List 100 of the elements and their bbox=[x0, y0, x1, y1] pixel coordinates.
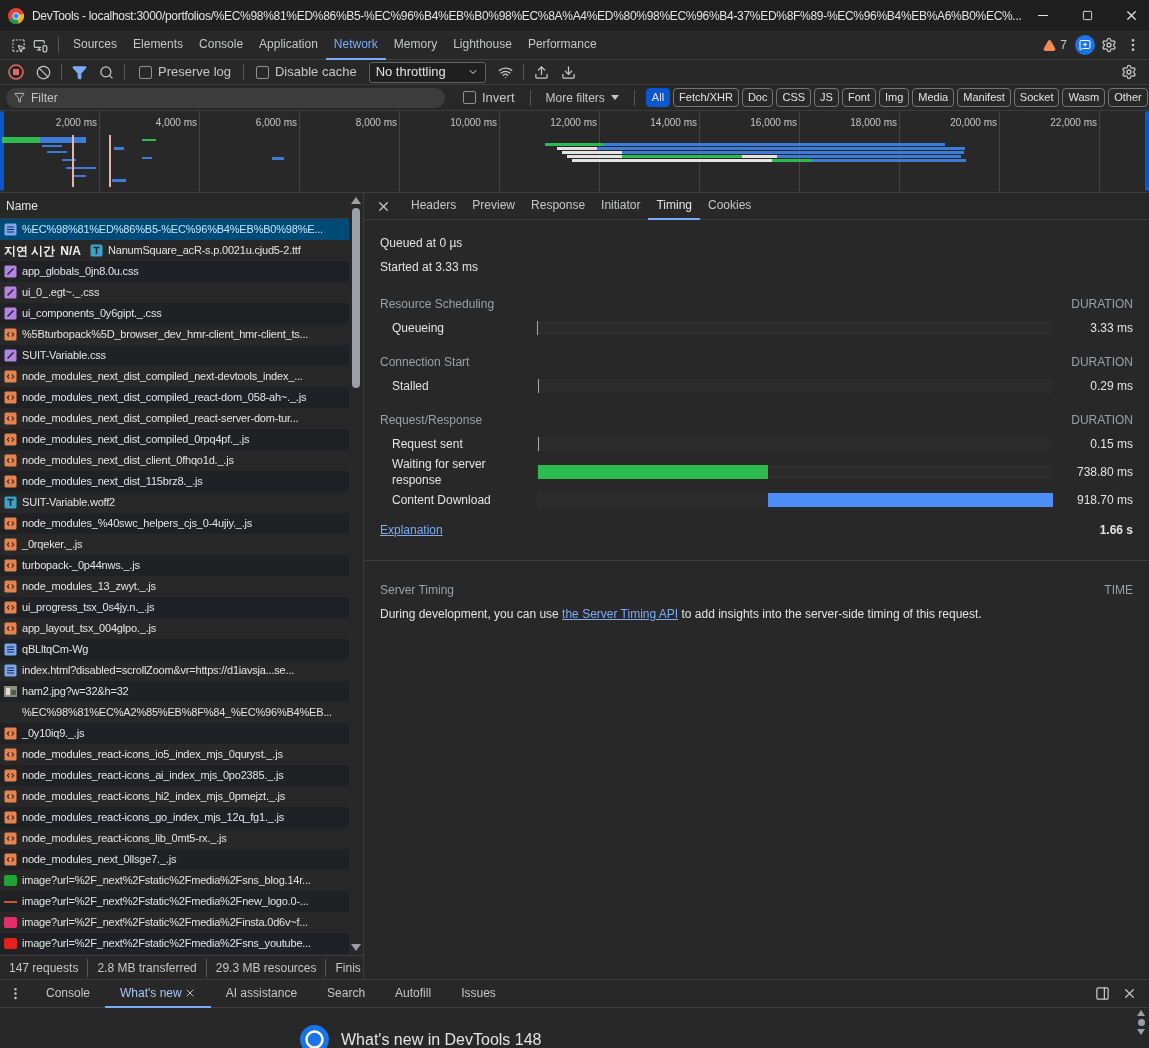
script-icon bbox=[4, 580, 17, 593]
panel-tab[interactable]: Memory bbox=[385, 30, 446, 60]
request-name: qBLltqCm-Wg bbox=[22, 642, 89, 658]
network-conditions-icon[interactable] bbox=[497, 64, 513, 80]
script-icon bbox=[4, 853, 17, 866]
request-row[interactable]: ui_progress_tsx_0s4jy.n._.js bbox=[0, 597, 349, 618]
type-filter-chip[interactable]: Doc bbox=[741, 88, 774, 107]
section-title: Server Timing bbox=[380, 582, 455, 599]
request-row[interactable]: node_modules_react-icons_ai_index_mjs_0po2385._.js bbox=[0, 765, 349, 786]
panel-tab[interactable]: Sources bbox=[65, 30, 126, 60]
status-text: Finis bbox=[326, 958, 363, 977]
type-filter-chip[interactable]: Wasm bbox=[1062, 88, 1106, 107]
filter-icon[interactable] bbox=[72, 64, 87, 80]
document-icon bbox=[4, 223, 17, 236]
script-icon bbox=[4, 475, 17, 488]
type-filter-chip[interactable]: Img bbox=[878, 88, 910, 107]
checkbox[interactable] bbox=[139, 65, 152, 79]
section-title: Connection Start bbox=[380, 354, 470, 371]
close-drawer-icon[interactable] bbox=[1122, 986, 1137, 1001]
detail-tab[interactable]: Timing bbox=[648, 192, 700, 220]
search-icon[interactable] bbox=[99, 64, 114, 80]
script-icon bbox=[4, 748, 17, 761]
column-header[interactable]: Name bbox=[6, 196, 38, 215]
upload-icon[interactable] bbox=[533, 64, 549, 80]
drawer-scrollbar[interactable] bbox=[1136, 1010, 1146, 1035]
request-row[interactable]: qBLltqCm-Wg bbox=[0, 639, 349, 660]
request-name: node_modules_next_dist_115brz8._.js bbox=[22, 474, 203, 490]
detail-tab[interactable]: Preview bbox=[464, 192, 524, 220]
request-name: _0rqeker._.js bbox=[22, 537, 83, 553]
script-icon bbox=[4, 370, 17, 383]
type-filter-chip[interactable]: All bbox=[645, 88, 671, 107]
request-row[interactable]: SUIT-Variable.css bbox=[0, 345, 349, 366]
explanation-link[interactable]: Explanation bbox=[380, 521, 443, 539]
dock-side-icon[interactable] bbox=[1095, 986, 1110, 1001]
drawer-tab[interactable]: Console bbox=[31, 979, 106, 1008]
detail-tab[interactable]: Cookies bbox=[700, 192, 760, 220]
script-icon bbox=[4, 559, 17, 572]
more-filters-dropdown[interactable]: More filters bbox=[541, 88, 623, 107]
ai-assistant-icon[interactable] bbox=[1075, 35, 1095, 55]
request-row[interactable]: _0y10iq9._.js bbox=[0, 723, 349, 744]
document-icon bbox=[4, 664, 17, 677]
request-row[interactable]: ham2.jpg?w=32&h=32 bbox=[0, 681, 349, 702]
panel-tab[interactable]: Elements bbox=[125, 30, 192, 60]
request-name: ui_components_0y6gipt._.css bbox=[22, 306, 162, 322]
request-name: ui_progress_tsx_0s4jy.n._.js bbox=[22, 600, 155, 616]
server-timing-api-link[interactable]: the Server Timing API bbox=[562, 607, 679, 621]
network-settings-icon[interactable] bbox=[1121, 64, 1137, 80]
request-row[interactable]: node_modules_next_dist_115brz8._.js bbox=[0, 471, 349, 492]
request-row[interactable]: %EC%98%81%ED%86%B5-%EC%96%B4%EB%B0%98%E... bbox=[0, 219, 349, 240]
settings-icon[interactable] bbox=[1101, 37, 1117, 53]
type-filter-chip[interactable]: Media bbox=[912, 88, 955, 107]
phase-label: Waiting for server response bbox=[392, 456, 487, 488]
detail-tab[interactable]: Headers bbox=[403, 192, 465, 220]
request-name: NanumSquare_acR-s.p.0021u.cjud5-2.ttf bbox=[108, 243, 301, 259]
request-row[interactable]: image?url=%2F_next%2Fstatic%2Fmedia%2Fsns_youtube... bbox=[0, 933, 349, 954]
script-icon bbox=[4, 601, 17, 614]
time-tick-label: 22,000 ms bbox=[1050, 116, 1098, 130]
request-row[interactable]: node_modules_next_0llsge7._.js bbox=[0, 849, 349, 870]
warning-count[interactable]: 7 bbox=[1060, 36, 1067, 54]
request-row[interactable]: turbopack-_0p44nws._.js bbox=[0, 555, 349, 576]
type-filter-chip[interactable]: CSS bbox=[776, 88, 812, 107]
request-name: %EC%98%81%EC%A2%85%EB%8F%84_%EC%96%B4%EB... bbox=[22, 705, 332, 721]
document-icon bbox=[4, 643, 17, 656]
request-row[interactable]: image?url=%2F_next%2Fstatic%2Fmedia%2Fnew_logo.0-... bbox=[0, 891, 349, 912]
panel-tab[interactable]: Network bbox=[325, 30, 386, 60]
request-row[interactable]: node_modules_%40swc_helpers_cjs_0-4ujiy._.js bbox=[0, 513, 349, 534]
detail-tab[interactable]: Initiator bbox=[593, 192, 649, 220]
request-row[interactable]: app_globals_0jn8.0u.css bbox=[0, 261, 349, 282]
drawer-tab[interactable]: Search bbox=[312, 979, 381, 1008]
checkbox[interactable] bbox=[256, 65, 269, 79]
throttling-select[interactable]: No throttling bbox=[368, 61, 486, 83]
type-filter-chip[interactable]: Other bbox=[1108, 88, 1148, 107]
checkbox-option[interactable]: Invert bbox=[459, 87, 519, 108]
type-filter-chip[interactable]: JS bbox=[814, 88, 839, 107]
stop-recording-icon[interactable] bbox=[8, 64, 24, 80]
checkbox-option[interactable]: Disable cache bbox=[252, 62, 361, 82]
font-file-icon bbox=[4, 496, 17, 509]
panel-tab[interactable]: Lighthouse bbox=[445, 30, 520, 60]
drawer-tab[interactable]: What's new bbox=[105, 979, 211, 1008]
type-filter-chip[interactable]: Fetch/XHR bbox=[673, 88, 739, 107]
drawer-tab[interactable]: AI assistance bbox=[210, 979, 313, 1008]
drawer-tab[interactable]: Issues bbox=[446, 979, 511, 1008]
checkbox-option[interactable]: Preserve log bbox=[135, 62, 235, 82]
panel-tab[interactable]: Application bbox=[251, 30, 326, 60]
request-row[interactable]: node_modules_react-icons_go_index_mjs_12q_fg1._.js bbox=[0, 807, 349, 828]
download-icon[interactable] bbox=[560, 64, 576, 80]
warning-icon[interactable] bbox=[1043, 38, 1057, 52]
type-filter-chip[interactable]: Socket bbox=[1013, 88, 1060, 107]
detail-tab[interactable]: Response bbox=[523, 192, 594, 220]
drawer-tab[interactable]: Autofill bbox=[380, 979, 447, 1008]
clear-icon[interactable] bbox=[36, 64, 51, 80]
request-row[interactable]: node_modules_next_dist_compiled_0rpq4pf._.js bbox=[0, 429, 349, 450]
panel-tab[interactable]: Performance bbox=[519, 30, 605, 60]
checkbox[interactable] bbox=[463, 91, 476, 104]
type-filter-chip[interactable]: Font bbox=[841, 88, 876, 107]
request-row[interactable]: node_modules_next_dist_compiled_react-dom_058-ah~._.js bbox=[0, 387, 349, 408]
panel-tab[interactable]: Console bbox=[191, 30, 252, 60]
type-filter-chip[interactable]: Manifest bbox=[957, 88, 1011, 107]
request-row[interactable]: ui_components_0y6gipt._.css bbox=[0, 303, 349, 324]
duration-value: 0.29 ms bbox=[1089, 378, 1133, 395]
